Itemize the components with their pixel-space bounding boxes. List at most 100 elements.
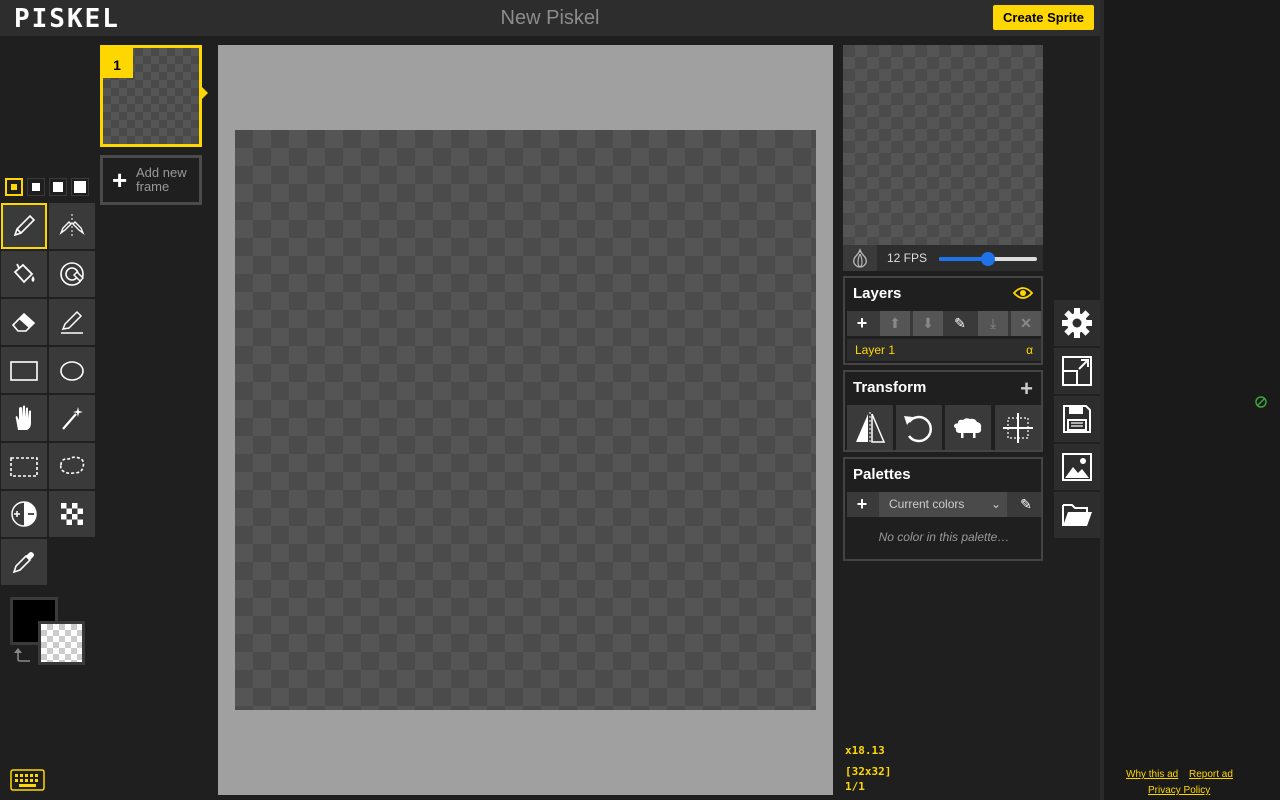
delete-layer-button[interactable]: ✕: [1011, 311, 1041, 336]
add-frame-button[interactable]: + Add new frame: [100, 155, 202, 205]
center-button[interactable]: [995, 405, 1041, 450]
chevron-down-icon: ⌄: [990, 497, 1001, 511]
merge-layer-button[interactable]: ⤓: [978, 311, 1008, 336]
mirror-pen-tool[interactable]: [49, 203, 95, 249]
move-layer-up-button[interactable]: ⬆: [880, 311, 910, 336]
pen-size-3[interactable]: [49, 178, 67, 196]
arrow-down-icon: ⬇: [922, 315, 934, 331]
privacy-policy-link[interactable]: Privacy Policy: [1148, 785, 1210, 796]
transform-title: Transform: [853, 379, 927, 396]
edit-layer-button[interactable]: ✎: [945, 311, 975, 336]
frame-thumbnail[interactable]: 1: [100, 45, 202, 147]
mirror-pen-icon: [59, 214, 85, 238]
canvas-area[interactable]: [218, 45, 833, 795]
magic-wand-icon: [62, 407, 83, 430]
color-picker-tool[interactable]: [1, 539, 47, 585]
paint-bucket-tool[interactable]: [1, 251, 47, 297]
pen-size-2[interactable]: [27, 178, 45, 196]
animation-preview[interactable]: [843, 45, 1043, 245]
flip-button[interactable]: [847, 405, 893, 450]
palette-empty-message: No color in this palette…: [878, 530, 1010, 544]
clone-button[interactable]: [945, 405, 991, 450]
secondary-color[interactable]: [38, 621, 85, 665]
fps-slider-thumb[interactable]: [981, 252, 995, 266]
fps-slider[interactable]: [939, 252, 1037, 266]
import-button[interactable]: [1054, 492, 1100, 538]
swap-colors-icon[interactable]: [14, 646, 34, 664]
save-button[interactable]: [1054, 396, 1100, 442]
move-tool[interactable]: [1, 395, 47, 441]
pen-size-4[interactable]: [71, 178, 89, 196]
layer-item[interactable]: Layer 1 α: [847, 339, 1041, 361]
folder-open-icon: [1062, 504, 1092, 526]
merge-icon: ⤓: [989, 315, 997, 331]
plus-icon: +: [112, 165, 128, 195]
pen-tool[interactable]: [1, 203, 47, 249]
frame-selected-pointer: [202, 87, 208, 99]
rotate-button[interactable]: [896, 405, 942, 450]
rectangle-tool[interactable]: [1, 347, 47, 393]
plus-icon: +: [856, 494, 868, 514]
layer-alpha[interactable]: α: [1026, 343, 1033, 357]
document-title[interactable]: New Piskel: [0, 7, 1100, 30]
add-palette-button[interactable]: +: [847, 492, 877, 517]
hand-icon: [15, 405, 31, 430]
plus-icon: +: [856, 313, 868, 333]
close-icon: ✕: [1020, 315, 1032, 331]
floppy-icon: [1063, 405, 1091, 433]
align-center-icon: [1003, 412, 1033, 443]
create-sprite-button[interactable]: Create Sprite: [993, 5, 1094, 30]
dithering-tool[interactable]: [49, 491, 95, 537]
gear-icon: [1062, 308, 1092, 338]
arrow-up-icon: ⬆: [889, 315, 901, 331]
report-ad-link[interactable]: Report ad: [1189, 769, 1233, 780]
eye-icon[interactable]: [1013, 286, 1033, 300]
pen-size-1[interactable]: [5, 178, 23, 196]
paint-same-color-tool[interactable]: [49, 251, 95, 297]
plus-icon[interactable]: +: [1020, 376, 1033, 402]
palette-selected: Current colors: [889, 497, 965, 511]
pen-icon: [13, 214, 36, 237]
lasso-select-tool[interactable]: [49, 443, 95, 489]
header: PISKEL New Piskel Create Sprite: [0, 0, 1100, 36]
image-icon: [1062, 453, 1092, 481]
layers-title: Layers: [853, 285, 902, 302]
resize-button[interactable]: [1054, 348, 1100, 394]
circle-tool[interactable]: [49, 347, 95, 393]
onion-icon: [853, 248, 867, 268]
layers-panel: Layers + ⬆ ⬇ ✎ ⤓ ✕ Layer 1 α: [843, 276, 1043, 365]
eyedropper-icon: [12, 552, 34, 574]
edit-palette-button[interactable]: ✎: [1011, 492, 1041, 517]
add-layer-button[interactable]: +: [847, 311, 877, 336]
piskel-app: PISKEL New Piskel Create Sprite 1 + Add …: [0, 0, 1100, 800]
paint-same-color-icon: [60, 262, 84, 286]
stroke-tool[interactable]: [49, 299, 95, 345]
move-layer-down-button[interactable]: ⬇: [913, 311, 943, 336]
drawing-canvas[interactable]: [235, 130, 816, 710]
fps-controls: 12 FPS: [843, 245, 1043, 271]
pencil-icon: ✎: [954, 315, 966, 331]
rectangle-select-tool[interactable]: [1, 443, 47, 489]
eraser-tool[interactable]: [1, 299, 47, 345]
keyboard-icon[interactable]: [10, 769, 45, 791]
frame-counter: 1/1: [845, 780, 865, 793]
palettes-panel: Palettes + Current colors ⌄ ✎ No color i…: [843, 457, 1043, 561]
checkerboard-icon: [61, 503, 83, 525]
palette-select[interactable]: Current colors ⌄: [879, 492, 1007, 517]
why-this-ad-link[interactable]: Why this ad: [1126, 769, 1178, 780]
paint-bucket-icon: [13, 263, 35, 284]
export-button[interactable]: [1054, 444, 1100, 490]
eraser-icon: [11, 312, 36, 332]
lighten-darken-icon: [11, 501, 37, 527]
flip-icon: [856, 411, 886, 444]
sheep-icon: [954, 417, 982, 438]
add-frame-label: Add new frame: [136, 165, 187, 194]
ad-status-icon: [1255, 396, 1267, 408]
onion-skin-button[interactable]: [843, 245, 877, 271]
lighten-tool[interactable]: [1, 491, 47, 537]
lasso-icon: [59, 456, 85, 475]
magic-wand-tool[interactable]: [49, 395, 95, 441]
resize-icon: [1062, 356, 1092, 386]
settings-button[interactable]: [1054, 300, 1100, 346]
transform-panel: Transform +: [843, 370, 1043, 452]
